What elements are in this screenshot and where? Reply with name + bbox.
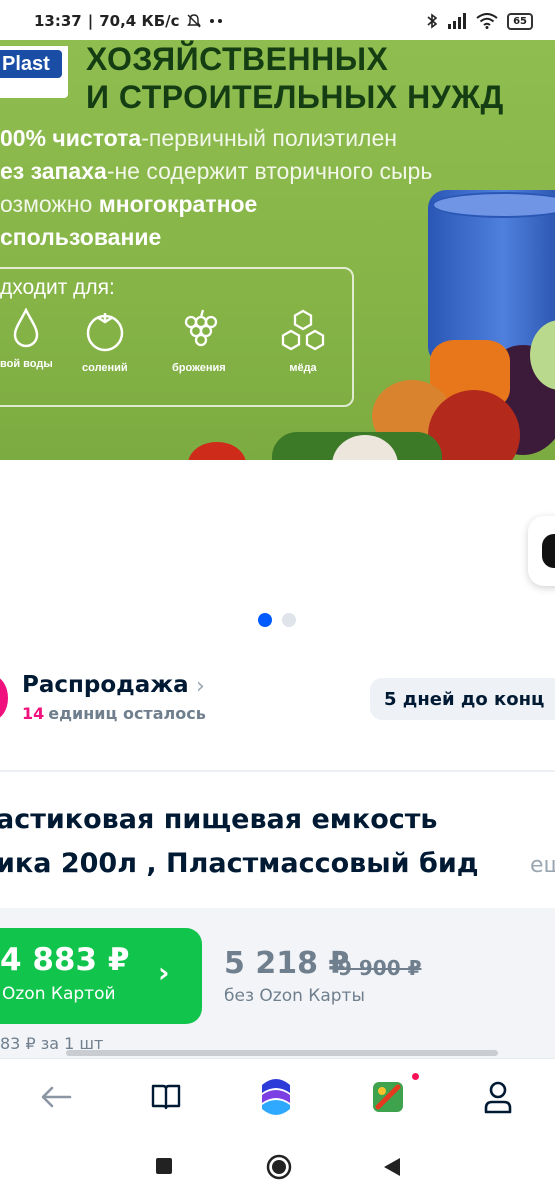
notification-dot <box>412 1073 419 1080</box>
product-title-line-1: астиковая пищевая емкость <box>0 804 438 835</box>
battery-icon: 65 <box>507 12 533 30</box>
mute-bell-icon <box>186 14 201 28</box>
bluetooth-icon <box>427 13 438 29</box>
wifi-icon <box>476 13 498 29</box>
units-left-text: единиц осталось <box>48 704 206 723</box>
units-left-number: 14 <box>22 704 45 723</box>
status-bar: 13:37 | 70,4 КБ/с 65 <box>0 0 555 42</box>
banner-headline: ХОЗЯЙСТВЕННЫХ И СТРОИТЕЛЬНЫХ НУЖД <box>86 40 504 116</box>
banner-bullets: 00% чистота-первичный полиэтилен ез запа… <box>0 122 432 254</box>
use-fermentation-label: брожения <box>172 362 226 374</box>
use-pickles-label: солений <box>82 362 128 374</box>
sale-title[interactable]: Распродажа <box>22 672 189 698</box>
regular-price-label: без Ozon Карты <box>224 986 365 1006</box>
bullet-reusable: озможно многократное <box>0 191 258 217</box>
status-time: 13:37 <box>34 12 82 30</box>
carousel-dots <box>258 613 296 627</box>
chevron-right-icon: › <box>158 956 170 989</box>
use-honey: мёда <box>276 308 330 374</box>
water-drop-icon <box>14 308 39 348</box>
bullet-usage: спользование <box>0 224 162 250</box>
recents-square-icon[interactable] <box>156 1158 172 1174</box>
ozon-product-page: 13:37 | 70,4 КБ/с 65 Plast ХОЗЯЙСТВЕННЫХ… <box>0 0 555 1200</box>
product-title-line-2: ика 200л , Пластмассовый бид ещ <box>0 842 555 886</box>
title-more-link[interactable]: ещ <box>530 844 555 886</box>
use-pickles: солений <box>82 308 128 374</box>
back-button[interactable] <box>34 1075 78 1119</box>
carousel-dot-1[interactable] <box>258 613 272 627</box>
bullet-odorless: ез запаха-не содержит вторичного сырь <box>0 158 433 184</box>
use-fermentation: брожения <box>172 308 226 374</box>
ozon-card-price: 4 883 ₽ <box>0 942 130 978</box>
bottom-navigation <box>0 1058 555 1138</box>
banner-headline-line-2: И СТРОИТЕЛЬНЫХ НУЖД <box>86 79 504 115</box>
tomato-slice-illustration <box>188 442 246 460</box>
back-icon <box>41 1086 72 1108</box>
ozon-logo-icon <box>262 1079 290 1115</box>
games-icon <box>373 1082 403 1112</box>
use-water-label: вой воды <box>0 358 53 370</box>
suitable-for-title: дходит для: <box>0 276 115 299</box>
profile-icon <box>484 1081 512 1114</box>
product-title-line-2-text: ика 200л , Пластмассовый бид <box>0 848 479 879</box>
days-left-badge: 5 дней до конц <box>370 678 555 720</box>
grapes-icon <box>184 309 217 347</box>
tomato-icon <box>86 313 124 352</box>
more-icon <box>209 19 222 23</box>
catalog-book-icon <box>151 1084 181 1110</box>
divider <box>0 770 555 772</box>
ozon-card-price-button[interactable]: 4 883 ₽ Ozon Картой › <box>0 928 202 1024</box>
brand-logo-text: Plast <box>0 50 62 78</box>
games-button[interactable] <box>366 1075 410 1119</box>
ozon-home-button[interactable] <box>254 1075 298 1119</box>
old-price: 9 900 ₽ <box>338 956 422 980</box>
scroll-indicator <box>66 1050 498 1056</box>
signal-icon <box>448 13 467 29</box>
honeycomb-icon <box>281 309 325 351</box>
product-title: астиковая пищевая емкость ика 200л , Пла… <box>0 798 555 886</box>
brand-logo: Plast <box>0 46 68 98</box>
carousel-dot-2[interactable] <box>282 613 296 627</box>
banner-headline-line-1: ХОЗЯЙСТВЕННЫХ <box>86 41 389 77</box>
product-image-banner[interactable]: Plast ХОЗЯЙСТВЕННЫХ И СТРОИТЕЛЬНЫХ НУЖД … <box>0 40 555 460</box>
use-honey-label: мёда <box>289 362 317 374</box>
home-circle-icon[interactable] <box>265 1153 293 1181</box>
status-speed: 70,4 КБ/с <box>99 12 180 30</box>
system-navigation-bar <box>0 1138 555 1200</box>
bullet-purity: 00% чистота-первичный полиэтилен <box>0 125 397 151</box>
catalog-button[interactable] <box>144 1075 188 1119</box>
profile-button[interactable] <box>476 1075 520 1119</box>
ozon-card-label: Ozon Картой <box>2 984 116 1004</box>
status-left: 13:37 | 70,4 КБ/с <box>34 12 226 30</box>
sale-badge-icon <box>0 676 8 720</box>
back-triangle-icon[interactable] <box>382 1156 402 1178</box>
status-separator: | <box>87 12 94 30</box>
side-action-button[interactable] <box>528 516 555 586</box>
units-left: 14 единиц осталось <box>22 704 206 723</box>
status-right: 65 <box>426 12 533 30</box>
side-action-icon <box>542 534 555 568</box>
use-water: вой воды <box>0 308 53 370</box>
sale-chevron-icon[interactable]: › <box>196 674 205 699</box>
regular-price: 5 218 ₽ <box>224 946 350 981</box>
